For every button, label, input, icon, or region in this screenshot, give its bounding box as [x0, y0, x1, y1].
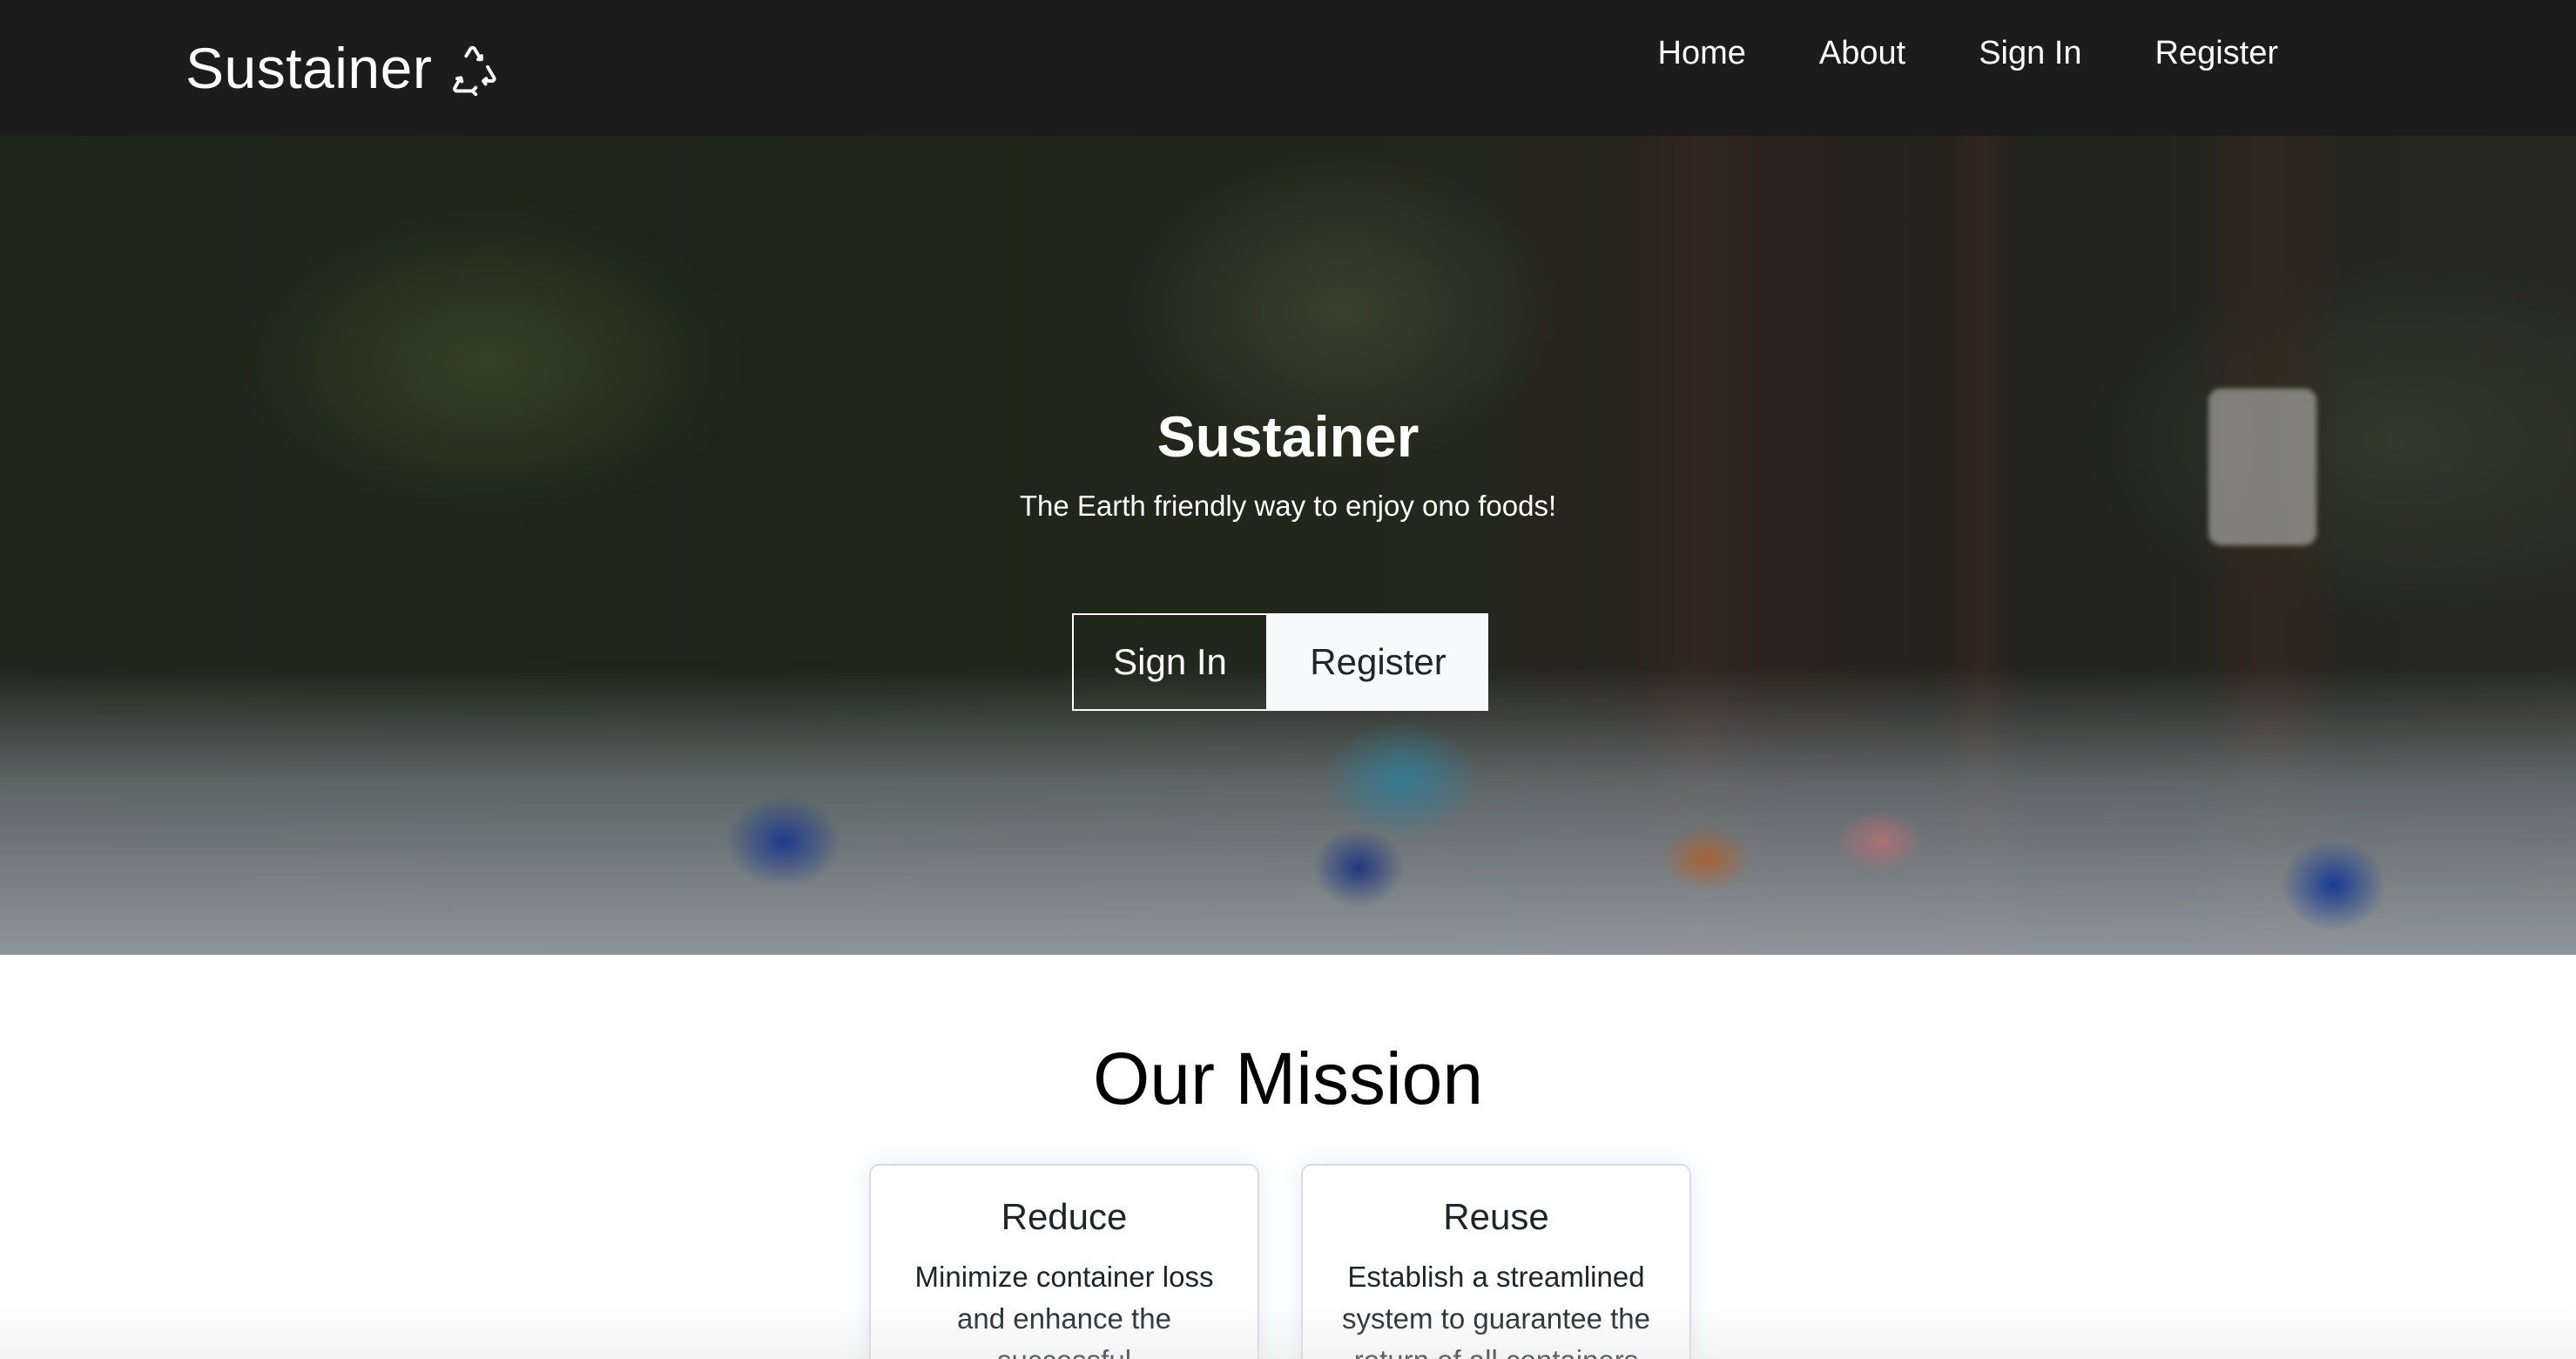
mission-card-reuse: Reuse Establish a streamlined system to …	[1301, 1164, 1691, 1359]
hero-sign-in-button[interactable]: Sign In	[1072, 613, 1268, 711]
card-text: Establish a streamlined system to guaran…	[1341, 1261, 1651, 1359]
brand-name: Sustainer	[185, 36, 433, 100]
navbar: Sustainer Home About Sign In Register	[0, 0, 2576, 136]
page: Sustainer Home About Sign In Register Su…	[0, 0, 2576, 1359]
nav-sign-in[interactable]: Sign In	[1979, 35, 2081, 72]
brand-link[interactable]: Sustainer	[185, 33, 502, 103]
nav-links: Home About Sign In Register	[1658, 26, 2279, 80]
mission-card-reduce: Reduce Minimize container loss and enhan…	[869, 1164, 1259, 1359]
card-text: Minimize container loss and enhance the …	[914, 1261, 1214, 1359]
hero-register-button[interactable]: Register	[1268, 613, 1488, 711]
card-title: Reuse	[1443, 1196, 1549, 1237]
card-title: Reduce	[1001, 1196, 1128, 1237]
nav-home[interactable]: Home	[1658, 35, 1746, 72]
bottom-fade	[0, 1303, 2576, 1359]
nav-about[interactable]: About	[1819, 35, 1905, 72]
hero-subtitle: The Earth friendly way to enjoy ono food…	[1019, 490, 1557, 522]
nav-register[interactable]: Register	[2155, 35, 2279, 72]
mission-title: Our Mission	[1092, 1038, 1484, 1119]
hero-title: Sustainer	[1157, 404, 1419, 469]
hero-button-group: Sign In Register	[1072, 613, 1488, 711]
hero-overlay	[0, 136, 2576, 955]
hero-section: Sustainer The Earth friendly way to enjo…	[0, 136, 2576, 955]
recycle-icon	[453, 45, 496, 97]
